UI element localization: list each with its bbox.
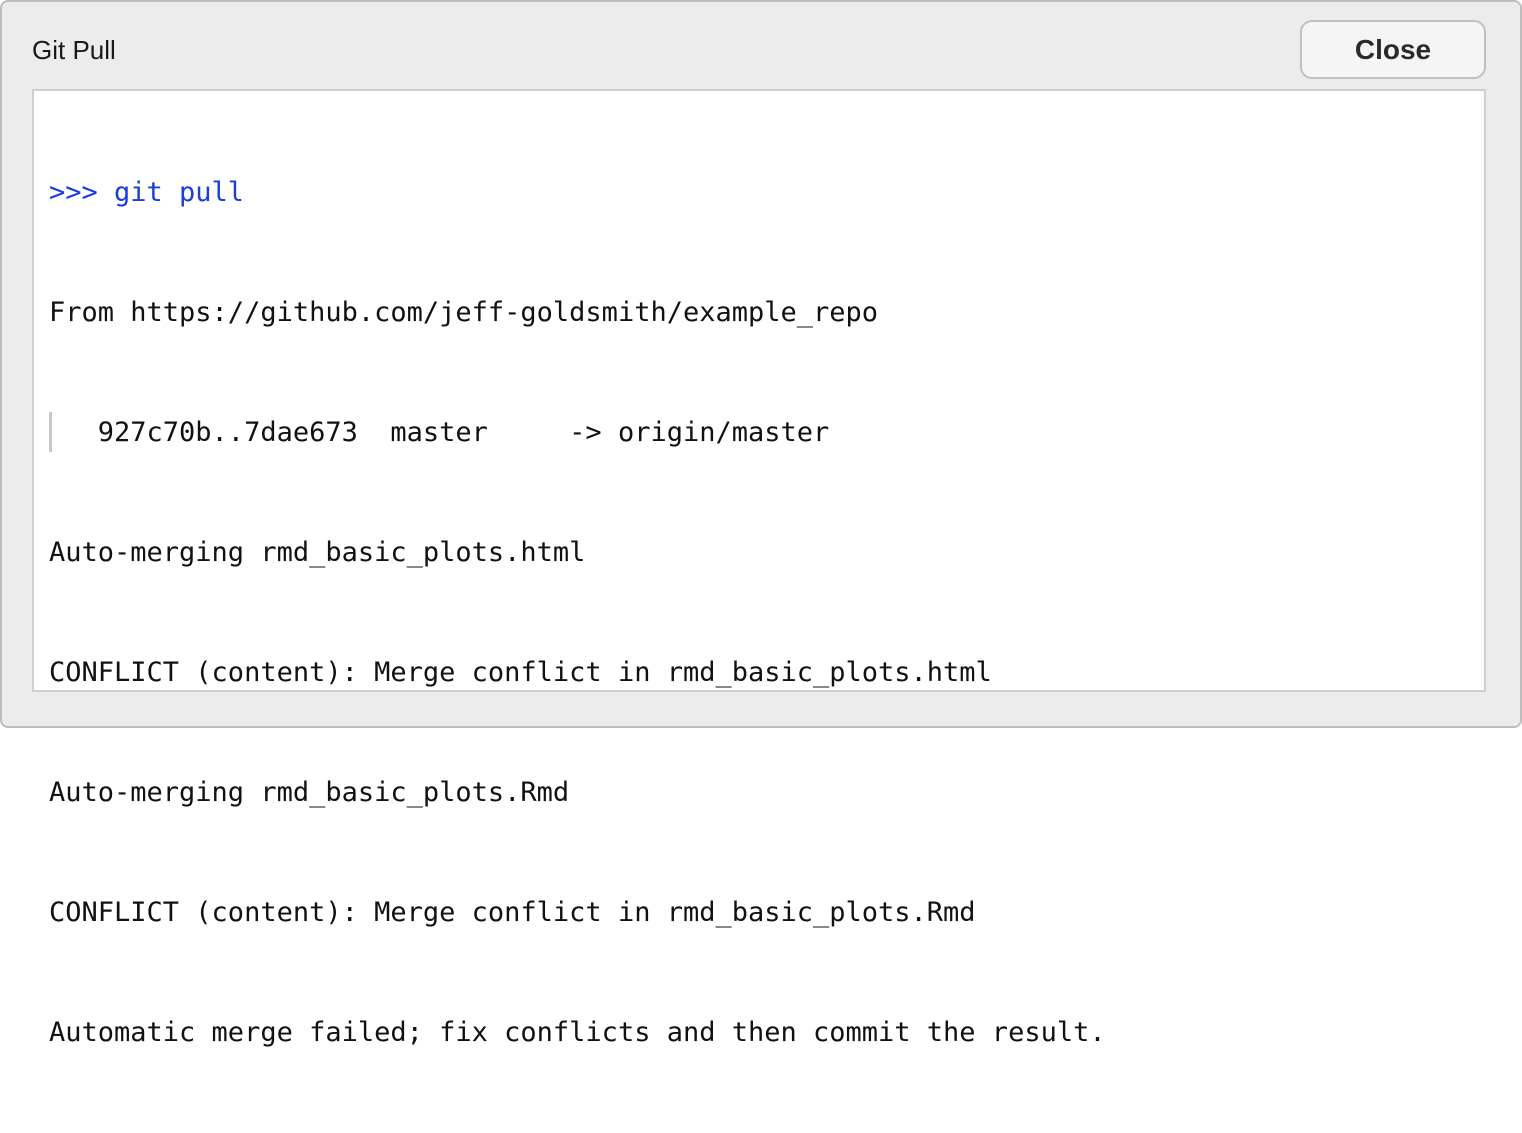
output-line: Auto-merging rmd_basic_plots.html [49, 537, 586, 568]
output-line: 927c70b..7dae673 master -> origin/master [49, 417, 830, 448]
output-line: CONFLICT (content): Merge conflict in rm… [49, 657, 992, 688]
console-text: >>> git pull From https://github.com/jef… [49, 93, 1474, 1133]
output-line: Auto-merging rmd_basic_plots.Rmd [49, 777, 570, 808]
output-line: From https://github.com/jeff-goldsmith/e… [49, 297, 879, 328]
output-line: CONFLICT (content): Merge conflict in rm… [49, 897, 976, 928]
git-pull-dialog: Git Pull Close >>> git pull From https:/… [0, 0, 1522, 1048]
output-line: Automatic merge failed; fix conflicts an… [49, 1017, 1106, 1048]
close-button[interactable]: Close [1300, 20, 1486, 79]
command-line: >>> git pull [49, 177, 245, 208]
dialog-title: Git Pull [32, 35, 116, 65]
console-output-area[interactable]: >>> git pull From https://github.com/jef… [32, 89, 1486, 1048]
text-cursor [49, 412, 52, 452]
